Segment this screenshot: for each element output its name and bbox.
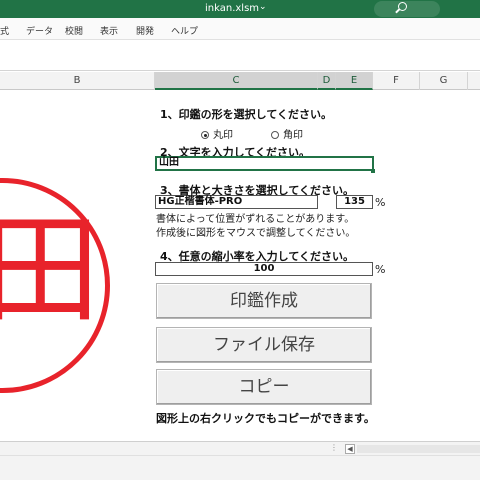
- column-header-d[interactable]: D: [318, 72, 336, 90]
- tab-review[interactable]: 校閲: [65, 24, 83, 37]
- shape-square-label: 角印: [283, 130, 303, 141]
- column-header-e[interactable]: E: [336, 72, 373, 90]
- scale-percent-label: %: [375, 263, 386, 276]
- search-icon[interactable]: [398, 2, 407, 11]
- tab-view[interactable]: 表示: [100, 24, 118, 37]
- shape-square-option[interactable]: 角印: [271, 126, 303, 141]
- tab-developer[interactable]: 開発: [136, 24, 154, 37]
- fill-handle[interactable]: [371, 169, 375, 173]
- worksheet[interactable]: 田 1、印鑑の形を選択してください。 丸印 角印 2、文字を入力してください。 …: [0, 91, 480, 441]
- column-header-g[interactable]: G: [420, 72, 468, 90]
- more-options-icon[interactable]: ⋮: [330, 443, 338, 452]
- stamp-text-input[interactable]: 山田: [155, 156, 374, 171]
- column-header-c[interactable]: C: [155, 72, 318, 90]
- copy-button[interactable]: コピー: [156, 369, 372, 405]
- horizontal-scrollbar[interactable]: ⋮ ◀: [0, 441, 480, 455]
- font-select[interactable]: HG正楷書体-PRO: [155, 195, 318, 209]
- save-file-button[interactable]: ファイル保存: [156, 327, 372, 363]
- step1-label: 1、印鑑の形を選択してください。: [160, 108, 332, 121]
- window-title: inkan.xlsm: [205, 3, 260, 14]
- scale-input[interactable]: 100: [155, 262, 373, 276]
- font-size-input[interactable]: 135: [336, 195, 373, 209]
- formula-bar-area: [0, 41, 480, 71]
- note-position-shift: 書体によって位置がずれることがあります。: [156, 214, 355, 225]
- create-stamp-button[interactable]: 印鑑作成: [156, 283, 372, 319]
- shape-round-option[interactable]: 丸印: [201, 126, 233, 141]
- radio-unchecked-icon[interactable]: [271, 131, 279, 139]
- column-headers: B C D E F G: [0, 72, 480, 90]
- scroll-left-icon[interactable]: ◀: [345, 444, 355, 454]
- tab-formulas[interactable]: 式: [0, 24, 9, 37]
- size-percent-label: %: [375, 196, 386, 209]
- chevron-down-icon[interactable]: ⌄: [259, 2, 267, 12]
- title-bar: inkan.xlsm ⌄: [0, 0, 480, 18]
- search-box[interactable]: [374, 1, 440, 17]
- stamp-preview-char[interactable]: 田: [0, 211, 100, 329]
- radio-checked-icon[interactable]: [201, 131, 209, 139]
- scroll-track[interactable]: [357, 445, 480, 453]
- column-header-f[interactable]: F: [373, 72, 420, 90]
- shape-round-label: 丸印: [213, 130, 233, 141]
- ribbon-tabs: 式 データ 校閲 表示 開発 ヘルプ: [0, 18, 480, 40]
- footer-note: 図形上の右クリックでもコピーができます。: [156, 412, 375, 425]
- status-bar: [0, 455, 480, 480]
- tab-help[interactable]: ヘルプ: [171, 24, 198, 37]
- tab-data[interactable]: データ: [26, 24, 53, 37]
- note-adjust-mouse: 作成後に図形をマウスで調整してください。: [156, 228, 356, 239]
- column-header-b[interactable]: B: [0, 72, 155, 90]
